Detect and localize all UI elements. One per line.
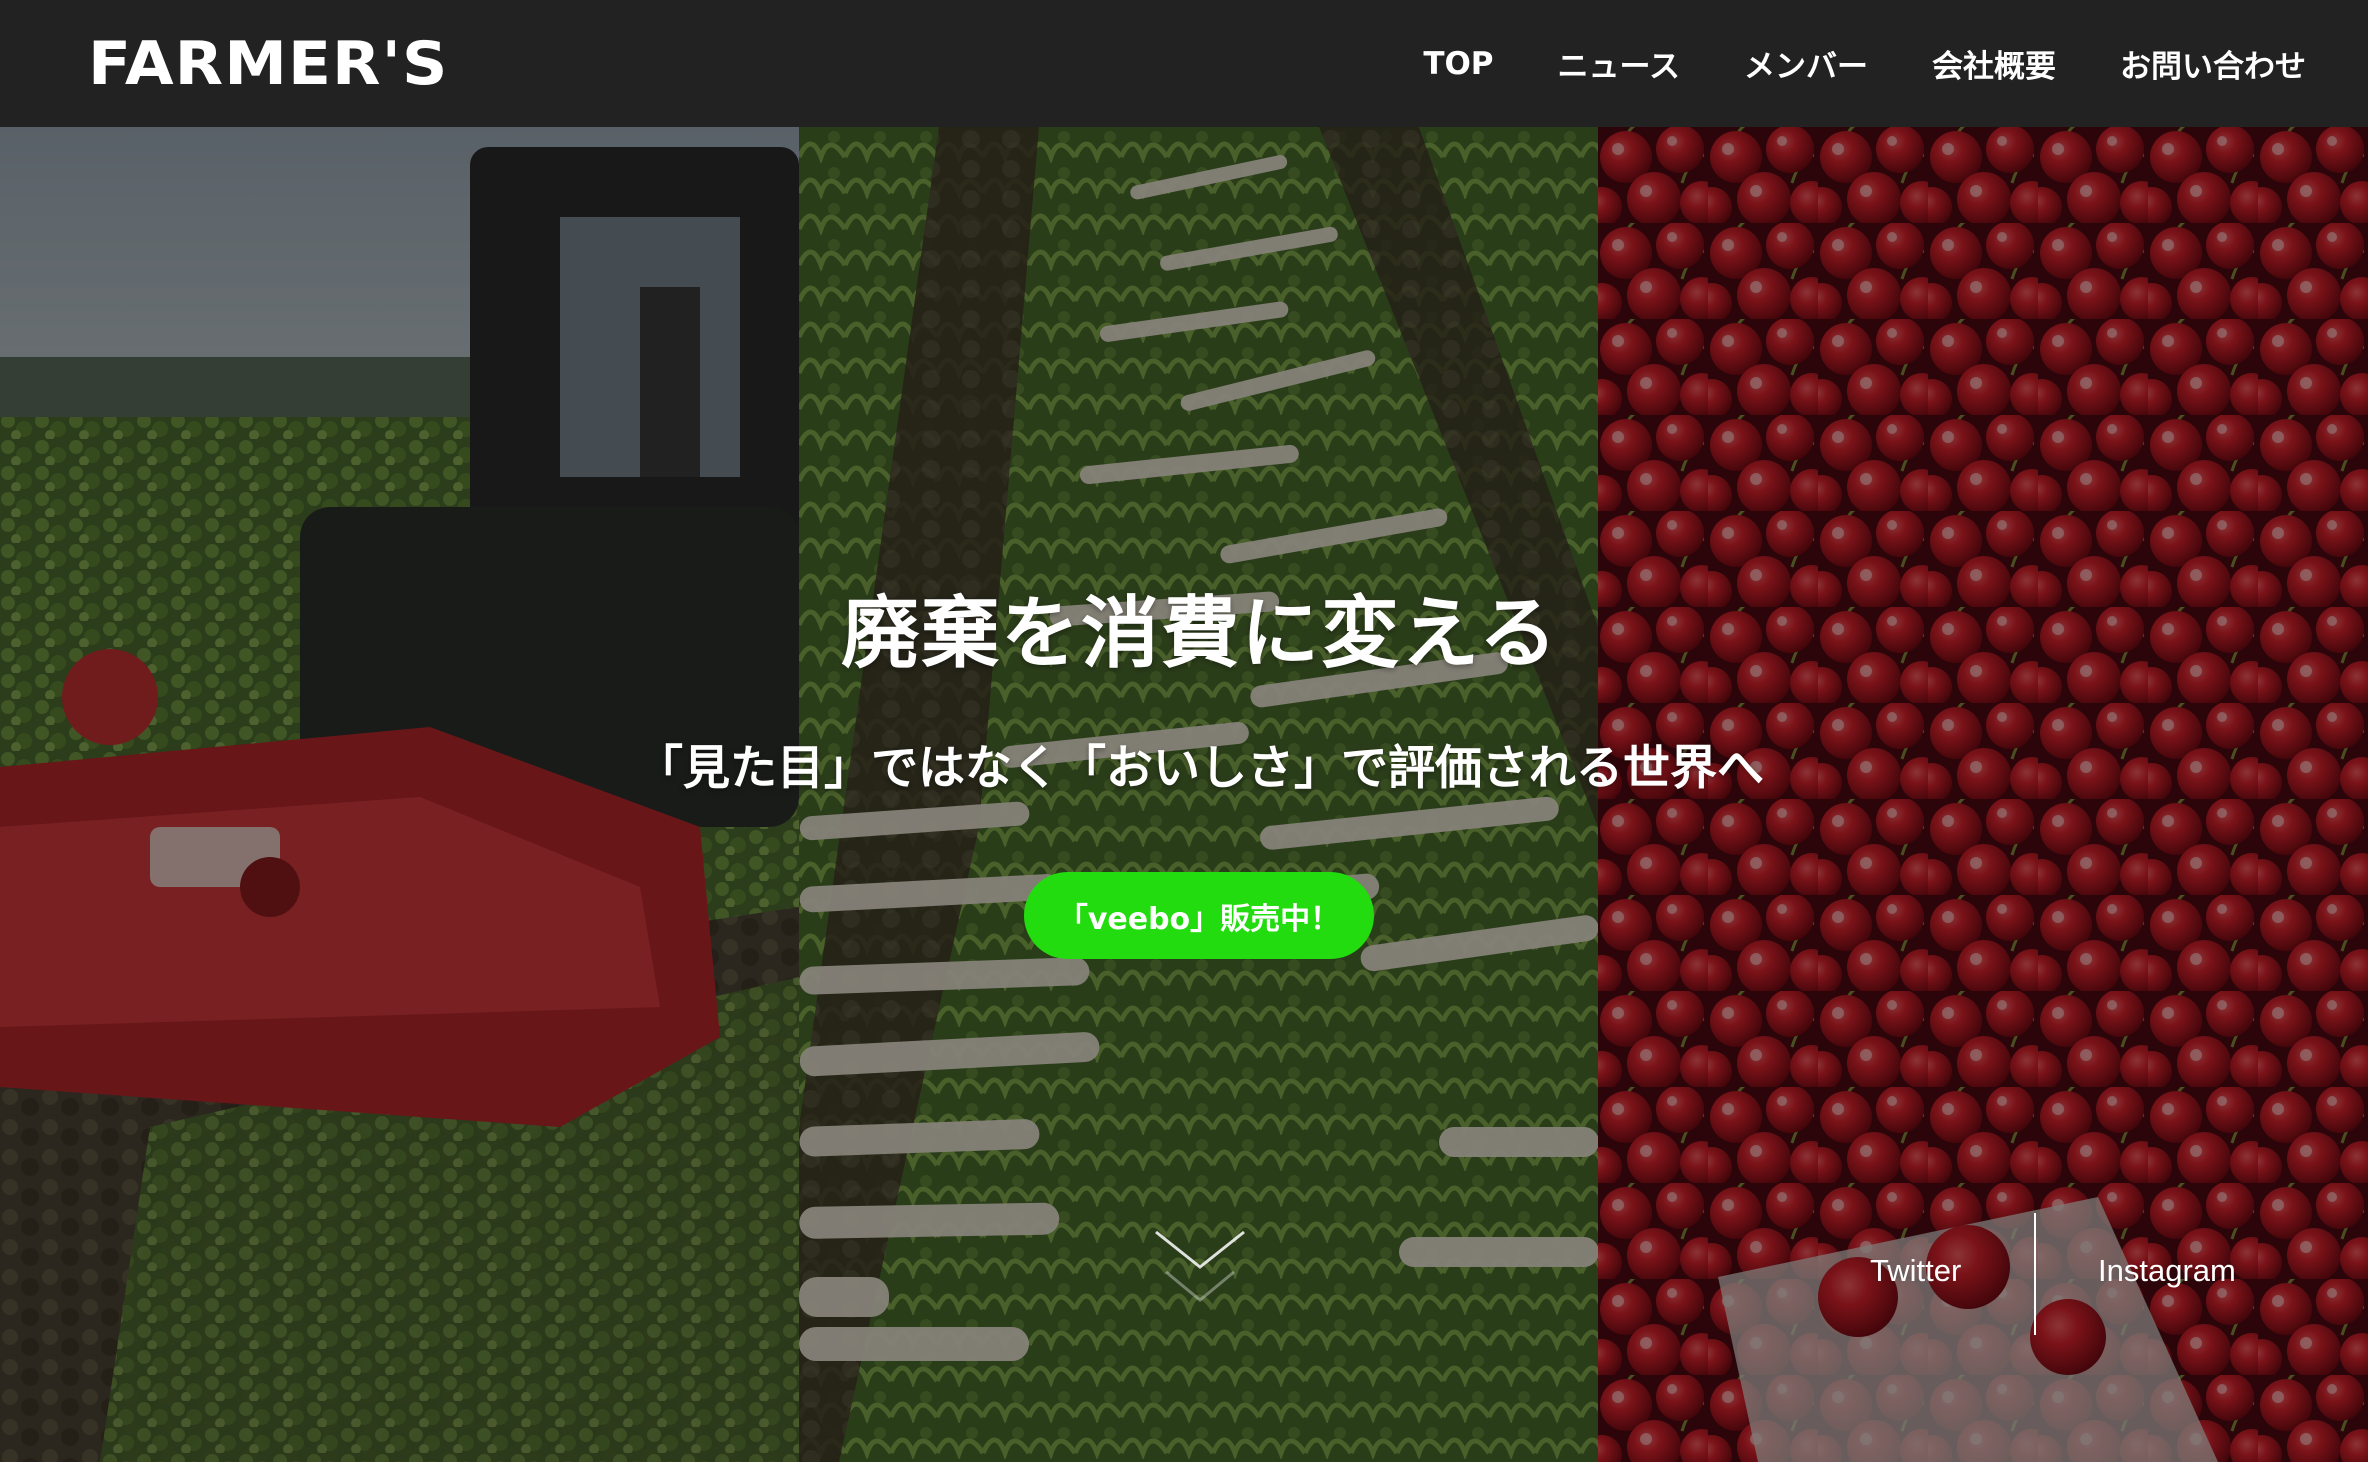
- site-header: FARMER'S TOP ニュース メンバー 会社概要 お問い合わせ: [0, 0, 2368, 127]
- page: FARMER'S TOP ニュース メンバー 会社概要 お問い合わせ 廃棄を消費…: [0, 0, 2368, 1462]
- site-logo[interactable]: FARMER'S: [88, 28, 448, 100]
- main-nav: TOP ニュース メンバー 会社概要 お問い合わせ: [1359, 0, 2306, 127]
- nav-company[interactable]: 会社概要: [1932, 41, 2056, 86]
- nav-top[interactable]: TOP: [1423, 46, 1493, 82]
- hero-headline: 廃棄を消費に変える: [841, 589, 1559, 680]
- chevron-down-icon: [1155, 1230, 1245, 1302]
- hero-subline: 「見た目」ではなく「おいしさ」で評価される世界へ: [636, 741, 1764, 796]
- scroll-down-button[interactable]: [1150, 1212, 1250, 1332]
- nav-contact[interactable]: お問い合わせ: [2120, 41, 2306, 86]
- veebo-cta-button[interactable]: 「veebo」販売中！: [1024, 872, 1374, 959]
- hero-copy: 廃棄を消費に変える 「見た目」ではなく「おいしさ」で評価される世界へ 「veeb…: [0, 127, 2368, 1462]
- nav-news[interactable]: ニュース: [1558, 41, 1680, 86]
- nav-members[interactable]: メンバー: [1744, 41, 1868, 86]
